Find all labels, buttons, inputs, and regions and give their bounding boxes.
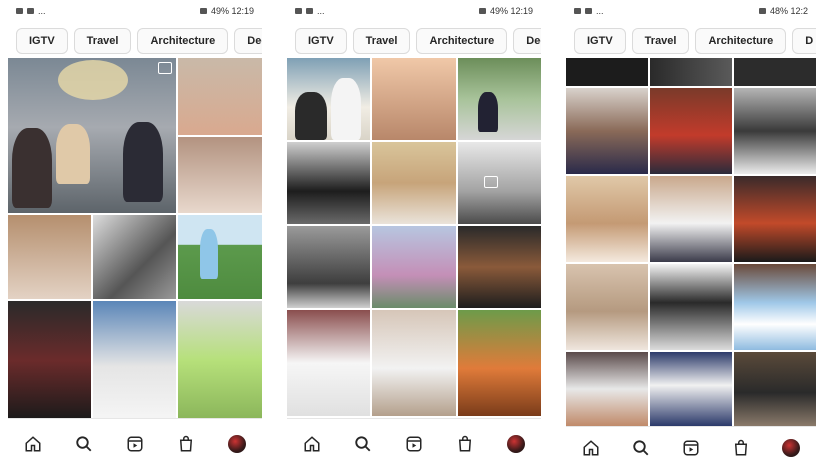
chip-travel[interactable]: Travel: [352, 28, 411, 54]
chip-travel[interactable]: Travel: [73, 28, 132, 54]
bottom-nav: [566, 426, 816, 469]
grid-tile[interactable]: [650, 176, 732, 262]
shop-icon[interactable]: [174, 432, 198, 456]
chip-decor[interactable]: D: [792, 28, 816, 54]
search-icon[interactable]: [351, 432, 375, 456]
grid-tile[interactable]: [650, 264, 732, 350]
grid-tile[interactable]: [566, 58, 648, 86]
chip-igtv[interactable]: IGTV: [295, 28, 347, 54]
signal-icon: [758, 8, 766, 14]
explore-grid: [287, 58, 541, 416]
grid-tile[interactable]: [650, 58, 732, 86]
explore-grid: [8, 58, 262, 420]
grid-tile[interactable]: [734, 352, 816, 426]
home-icon[interactable]: [21, 432, 45, 456]
notification-icon: [295, 8, 302, 14]
topic-chips: IGTV Travel Architecture Dec: [16, 28, 262, 54]
message-icon: [306, 8, 313, 14]
grid-tile[interactable]: [372, 310, 456, 416]
reels-icon[interactable]: [679, 436, 703, 460]
status-right-text: 49% 12:19: [210, 6, 254, 16]
grid-tile[interactable]: [287, 142, 371, 224]
message-icon: [27, 8, 34, 14]
status-left-text: ...: [38, 6, 46, 16]
grid-tile[interactable]: [734, 264, 816, 350]
video-indicator-icon: [483, 176, 498, 188]
grid-tile[interactable]: [650, 88, 732, 174]
grid-tile[interactable]: [178, 215, 262, 299]
explore-grid: [566, 58, 816, 426]
shop-icon[interactable]: [729, 436, 753, 460]
grid-tile[interactable]: [734, 58, 816, 86]
status-left-text: ...: [596, 6, 604, 16]
message-icon: [585, 8, 592, 14]
profile-avatar[interactable]: [779, 436, 803, 460]
chip-architecture[interactable]: Architecture: [416, 28, 508, 54]
bottom-nav: [287, 418, 541, 469]
reels-icon[interactable]: [402, 432, 426, 456]
chip-igtv[interactable]: IGTV: [16, 28, 68, 54]
status-bar: ... 49% 12:19: [8, 0, 262, 22]
grid-tile[interactable]: [287, 226, 371, 308]
grid-tile[interactable]: [287, 310, 371, 416]
search-icon[interactable]: [72, 432, 96, 456]
grid-tile[interactable]: [734, 176, 816, 262]
grid-tile[interactable]: [457, 226, 541, 308]
grid-tile[interactable]: [178, 58, 262, 213]
profile-avatar[interactable]: [504, 432, 528, 456]
grid-tile[interactable]: [178, 301, 262, 420]
phone-screen-3: ... 48% 12:2 IGTV Travel Architecture D: [566, 0, 816, 469]
status-right-text: 48% 12:2: [769, 6, 808, 16]
grid-tile[interactable]: [372, 142, 456, 224]
grid-tile[interactable]: [372, 226, 456, 308]
grid-tile[interactable]: [566, 264, 648, 350]
phone-screen-2: ... 49% 12:19 IGTV Travel Architecture D…: [287, 0, 541, 469]
topic-chips: IGTV Travel Architecture D: [574, 28, 816, 54]
video-indicator-icon: [158, 62, 172, 74]
notification-icon: [574, 8, 581, 14]
grid-tile[interactable]: [566, 88, 648, 174]
reels-icon[interactable]: [123, 432, 147, 456]
phone-screen-1: ... 49% 12:19 IGTV Travel Architecture D…: [8, 0, 262, 469]
grid-tile[interactable]: [372, 58, 456, 140]
status-left-text: ...: [317, 6, 325, 16]
profile-avatar[interactable]: [225, 432, 249, 456]
grid-tile[interactable]: [734, 88, 816, 174]
shop-icon[interactable]: [453, 432, 477, 456]
chip-architecture[interactable]: Architecture: [695, 28, 787, 54]
signal-icon: [478, 8, 486, 14]
signal-icon: [199, 8, 207, 14]
chip-decor[interactable]: Dec: [234, 28, 262, 54]
home-icon[interactable]: [300, 432, 324, 456]
grid-tile[interactable]: [650, 352, 732, 426]
home-icon[interactable]: [579, 436, 603, 460]
status-bar: ... 49% 12:19: [287, 0, 541, 22]
grid-tile[interactable]: [566, 176, 648, 262]
chip-decor[interactable]: Dec: [513, 28, 541, 54]
grid-tile[interactable]: [457, 58, 541, 140]
grid-tile[interactable]: [566, 352, 648, 426]
grid-tile[interactable]: [287, 58, 371, 140]
grid-tile[interactable]: [457, 142, 541, 224]
grid-tile[interactable]: [8, 215, 176, 299]
chip-architecture[interactable]: Architecture: [137, 28, 229, 54]
chip-travel[interactable]: Travel: [631, 28, 690, 54]
notification-icon: [16, 8, 23, 14]
chip-igtv[interactable]: IGTV: [574, 28, 626, 54]
search-icon[interactable]: [629, 436, 653, 460]
grid-tile[interactable]: [8, 58, 176, 213]
status-bar: ... 48% 12:2: [566, 0, 816, 22]
status-right-text: 49% 12:19: [489, 6, 533, 16]
topic-chips: IGTV Travel Architecture Dec: [295, 28, 541, 54]
grid-tile[interactable]: [8, 301, 176, 420]
bottom-nav: [8, 418, 262, 469]
grid-tile[interactable]: [457, 310, 541, 416]
